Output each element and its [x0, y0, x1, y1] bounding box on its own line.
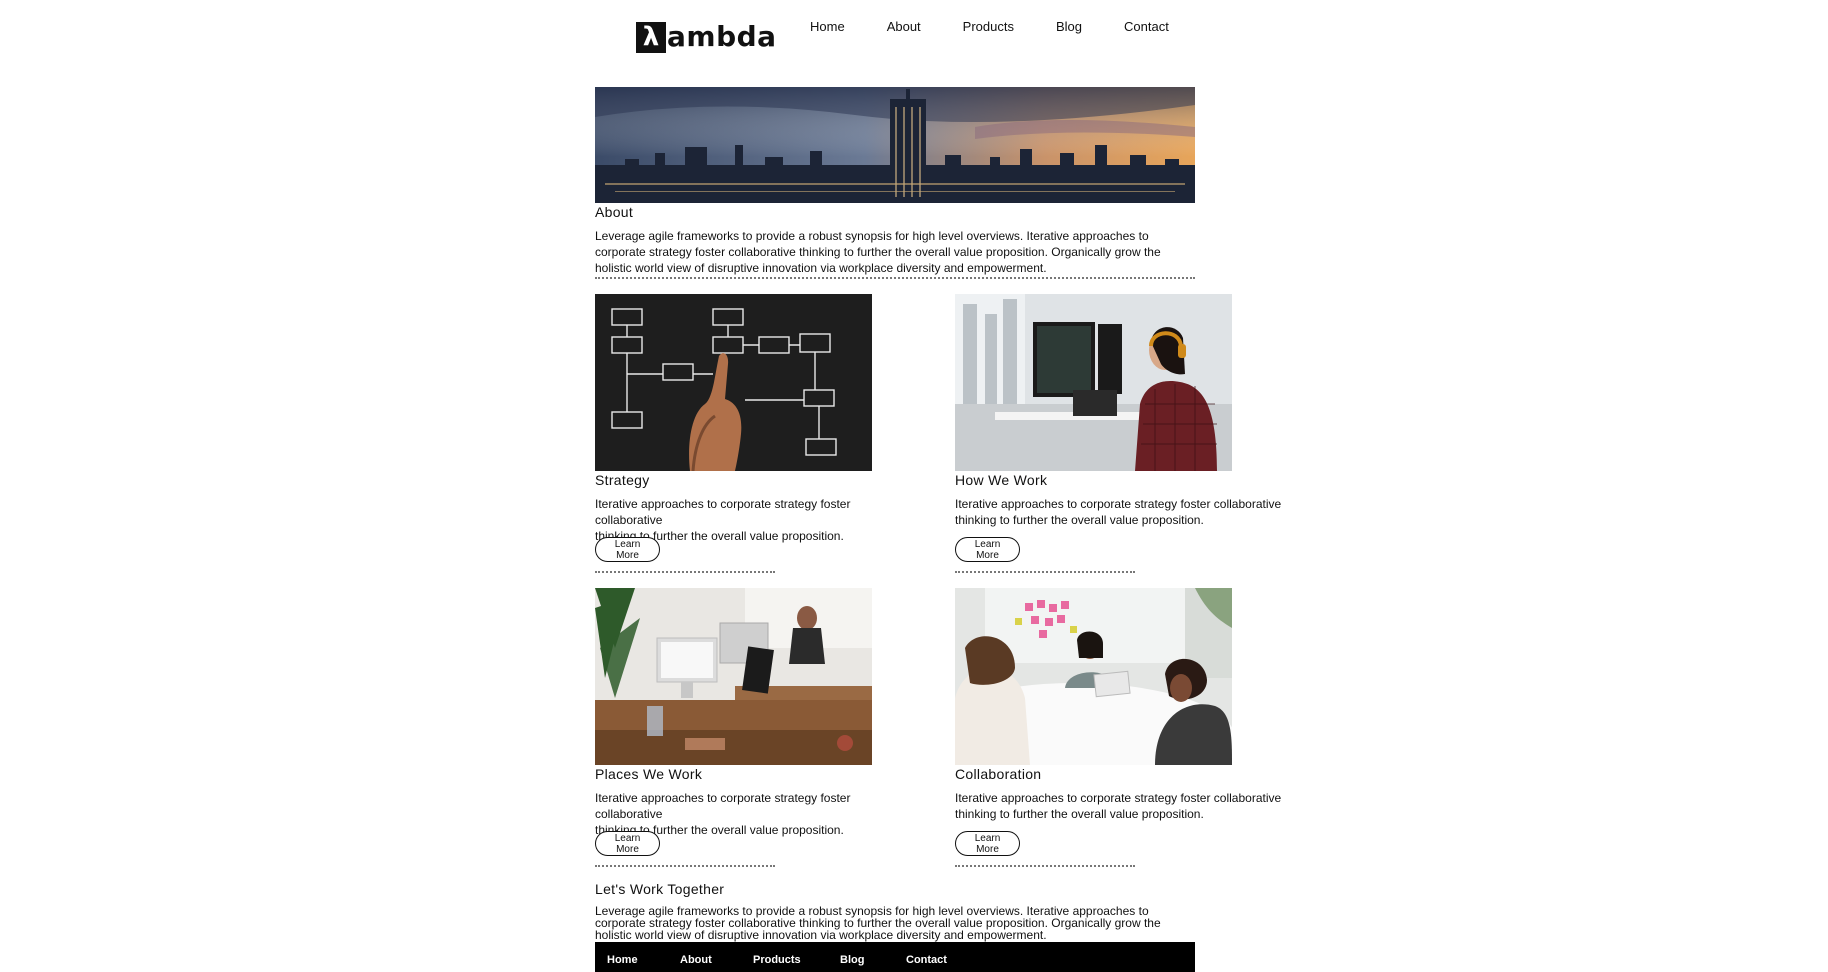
nav-blog-link[interactable]: Blog: [1056, 19, 1082, 34]
card-text-line: Iterative approaches to corporate strate…: [595, 791, 851, 821]
flowchart-whiteboard-image: [595, 294, 872, 471]
card-text-line: thinking to further the overall value pr…: [955, 807, 1204, 821]
about-text-line: holistic world view of disruptive innova…: [595, 261, 1047, 275]
card-title-strategy: Strategy: [595, 472, 650, 488]
divider: [955, 865, 1135, 867]
card-text-line: Iterative approaches to corporate strate…: [595, 497, 851, 527]
main-nav: Home About Products Blog Contact: [810, 19, 1211, 34]
card-text-line: Iterative approaches to corporate strate…: [955, 791, 1282, 805]
footer-blog-link[interactable]: Blog: [840, 954, 864, 966]
lambda-logo-text: ambda: [667, 20, 777, 53]
footer-about-link[interactable]: About: [680, 954, 712, 966]
footer-home-link[interactable]: Home: [607, 954, 638, 966]
together-title: Let's Work Together: [595, 881, 725, 897]
together-text: Leverage agile frameworks to provide a r…: [595, 905, 1215, 941]
divider: [595, 277, 1195, 279]
nav-home-link[interactable]: Home: [810, 19, 845, 34]
about-text-line: Leverage agile frameworks to provide a r…: [595, 229, 1149, 243]
divider: [595, 571, 775, 573]
nav-about-link[interactable]: About: [887, 19, 921, 34]
office-desks-image: [595, 588, 872, 765]
card-text-how-we-work: Iterative approaches to corporate strate…: [955, 496, 1295, 528]
about-text: Leverage agile frameworks to provide a r…: [595, 228, 1215, 276]
learn-more-button-strategy[interactable]: Learn More: [595, 537, 660, 562]
learn-more-button-collaboration[interactable]: Learn More: [955, 831, 1020, 856]
learn-more-button-how-we-work[interactable]: Learn More: [955, 537, 1020, 562]
nav-products-link[interactable]: Products: [963, 19, 1014, 34]
team-meeting-image: [955, 588, 1232, 765]
together-text-line: holistic world view of disruptive innova…: [595, 928, 1047, 942]
card-text-line: Iterative approaches to corporate strate…: [955, 497, 1282, 511]
card-title-places-we-work: Places We Work: [595, 766, 703, 782]
footer-products-link[interactable]: Products: [753, 954, 801, 966]
about-text-line: corporate strategy foster collaborative …: [595, 245, 1161, 259]
card-title-how-we-work: How We Work: [955, 472, 1048, 488]
learn-more-button-places-we-work[interactable]: Learn More: [595, 831, 660, 856]
card-text-line: thinking to further the overall value pr…: [955, 513, 1204, 527]
divider: [955, 571, 1135, 573]
card-title-collaboration: Collaboration: [955, 766, 1042, 782]
footer-contact-link[interactable]: Contact: [906, 954, 947, 966]
nav-contact-link[interactable]: Contact: [1124, 19, 1169, 34]
hero-skyline-image: [595, 87, 1195, 203]
page: λ ambda Home About Products Blog Contact: [0, 0, 1828, 972]
about-title: About: [595, 204, 634, 220]
card-text-collaboration: Iterative approaches to corporate strate…: [955, 790, 1295, 822]
lambda-logo[interactable]: λ ambda: [636, 20, 777, 54]
developer-at-monitors-image: [955, 294, 1232, 471]
divider: [595, 865, 775, 867]
lambda-logo-mark: λ: [636, 21, 666, 53]
